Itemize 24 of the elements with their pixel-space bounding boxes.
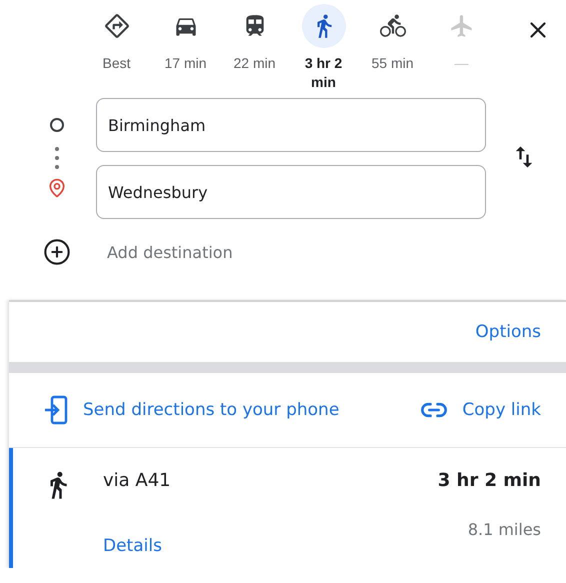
- route-duration: 3 hr 2 min: [438, 470, 541, 493]
- route-dots-icon: [55, 146, 59, 170]
- route-card[interactable]: via A41 3 hr 2 min Details 8.1 miles: [9, 448, 566, 568]
- origin-circle-icon: [49, 117, 65, 133]
- route-distance: 8.1 miles: [466, 520, 541, 541]
- route-name: via A41: [103, 470, 172, 493]
- travel-mode-tab[interactable]: 17 min: [151, 4, 220, 73]
- turn-sign-icon: [104, 13, 130, 39]
- travel-mode-tab[interactable]: 55 min: [358, 4, 427, 73]
- details-link[interactable]: Details: [103, 536, 162, 556]
- destination-field[interactable]: Wednesbury: [96, 165, 486, 219]
- travel-mode-tab[interactable]: Best: [82, 4, 151, 73]
- add-destination-button[interactable]: Add destination: [96, 232, 244, 272]
- bicycle-icon: [380, 13, 406, 39]
- location-pin-icon: [47, 178, 67, 198]
- travel-mode-tab[interactable]: 22 min: [220, 4, 289, 73]
- travel-mode-tab[interactable]: 3 hr 2 min: [289, 4, 358, 92]
- copy-link-button[interactable]: Copy link: [420, 396, 541, 424]
- add-icon[interactable]: [43, 238, 71, 266]
- airplane-icon: [448, 13, 474, 39]
- options-link[interactable]: Options: [475, 322, 541, 342]
- phone-icon: [43, 395, 69, 425]
- origin-field[interactable]: Birmingham: [96, 98, 486, 152]
- send-to-phone-link[interactable]: Send directions to your phone: [43, 395, 340, 425]
